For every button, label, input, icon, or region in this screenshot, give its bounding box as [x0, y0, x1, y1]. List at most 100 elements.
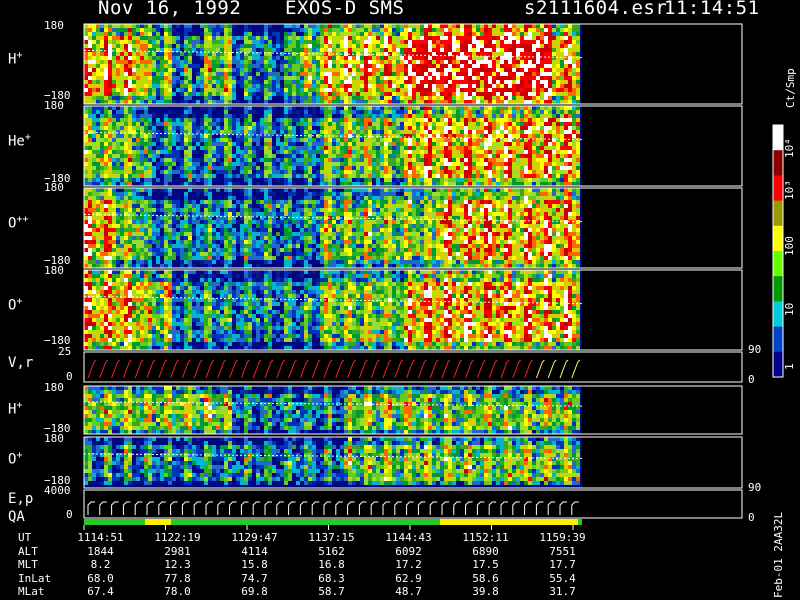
spectrogram-cell — [340, 118, 344, 122]
spectrogram-cell — [112, 220, 116, 224]
spectrogram-cell — [120, 182, 124, 186]
spectrogram-cell — [488, 150, 492, 154]
spectrogram-cell — [328, 106, 332, 110]
spectrogram-cell — [408, 84, 412, 88]
spectrogram-cell — [352, 84, 356, 88]
spectrogram-cell — [128, 216, 132, 220]
spectrogram-cell — [452, 68, 456, 72]
spectrogram-cell — [332, 44, 336, 48]
spectrogram-cell — [272, 84, 276, 88]
spectrogram-cell — [88, 192, 92, 196]
spectrogram-cell — [304, 138, 308, 142]
spectrogram-cell — [516, 182, 520, 186]
spectrogram-cell — [264, 126, 268, 130]
spectrogram-cell — [340, 48, 344, 52]
spectrogram-cell — [420, 100, 424, 104]
spectrogram-cell — [356, 154, 360, 158]
spectrogram-cell — [108, 174, 112, 178]
spectrogram-cell — [344, 88, 348, 92]
spectrogram-cell — [148, 188, 152, 192]
spectrogram-cell — [352, 24, 356, 28]
spectrogram-cell — [348, 118, 352, 122]
spectrogram-cell — [88, 60, 92, 64]
spectrogram-cell — [92, 56, 96, 60]
spectrogram-cell — [444, 106, 448, 110]
spectrogram-cell — [496, 142, 500, 146]
spectrogram-cell — [116, 80, 120, 84]
spectrogram-cell — [384, 48, 388, 52]
spectrogram-cell — [128, 32, 132, 36]
spectrogram-cell — [496, 68, 500, 72]
spectrogram-cell — [504, 142, 508, 146]
spectrogram-cell — [380, 92, 384, 96]
spectrogram-cell — [268, 44, 272, 48]
spectrogram-cell — [512, 106, 516, 110]
spectrogram-cell — [532, 76, 536, 80]
spectrogram-cell — [176, 80, 180, 84]
spectrogram-cell — [372, 36, 376, 40]
spectrogram-cell — [96, 40, 100, 44]
spectrogram-cell — [212, 162, 216, 166]
spectrogram-cell — [560, 166, 564, 170]
spectrogram-cell — [496, 122, 500, 126]
spectrogram-cell — [120, 256, 124, 260]
spectrogram-cell — [192, 162, 196, 166]
spectrogram-cell — [152, 60, 156, 64]
spectrogram-cell — [540, 48, 544, 52]
spectrogram-cell — [408, 122, 412, 126]
spectrogram-cell — [572, 174, 576, 178]
spectrogram-cell — [240, 138, 244, 142]
spectrogram-cell — [184, 64, 188, 68]
spectrogram-cell — [324, 130, 328, 134]
spectrogram-cell — [540, 76, 544, 80]
spectrogram-cell — [432, 24, 436, 28]
spectrogram-cell — [288, 84, 292, 88]
spectrogram-cell — [200, 178, 204, 182]
spectrogram-cell — [268, 68, 272, 72]
spectrogram-cell — [376, 142, 380, 146]
spectrogram-cell — [112, 158, 116, 162]
spectrogram-cell — [328, 126, 332, 130]
spectrogram-cell — [136, 220, 140, 224]
spectrogram-cell — [188, 76, 192, 80]
spectrogram-cell — [340, 36, 344, 40]
spectrogram-cell — [320, 96, 324, 100]
spectrogram-cell — [264, 84, 268, 88]
spectrogram-cell — [96, 166, 100, 170]
spectrogram-cell — [532, 130, 536, 134]
spectrogram-cell — [284, 130, 288, 134]
spectrogram-cell — [400, 68, 404, 72]
spectrogram-cell — [100, 248, 104, 252]
spectrogram-cell — [308, 130, 312, 134]
spectrogram-cell — [464, 150, 468, 154]
spectrogram-cell — [312, 64, 316, 68]
spectrogram-cell — [420, 76, 424, 80]
spectrogram-cell — [336, 126, 340, 130]
spectrogram-cell — [476, 178, 480, 182]
spectrogram-cell — [144, 220, 148, 224]
spectrogram-cell — [200, 68, 204, 72]
spectrogram-cell — [88, 142, 92, 146]
spectrogram-cell — [452, 72, 456, 76]
spectrogram-cell — [88, 256, 92, 260]
spectrogram-cell — [512, 130, 516, 134]
spectrogram-cell — [536, 150, 540, 154]
spectrogram-cell — [176, 44, 180, 48]
spectrogram-cell — [260, 48, 264, 52]
spectrogram-cell — [548, 126, 552, 130]
spectrogram-cell — [404, 138, 408, 142]
spectrogram-cell — [200, 138, 204, 142]
spectrogram-cell — [344, 142, 348, 146]
spectrogram-cell — [328, 36, 332, 40]
spectrogram-cell — [360, 28, 364, 32]
spectrogram-cell — [424, 36, 428, 40]
spectrogram-cell — [400, 88, 404, 92]
spectrogram-cell — [144, 24, 148, 28]
spectrogram-cell — [492, 88, 496, 92]
spectrogram-cell — [304, 36, 308, 40]
spectrogram-cell — [288, 138, 292, 142]
spectrogram-cell — [460, 64, 464, 68]
spectrogram-cell — [432, 154, 436, 158]
spectrogram-cell — [504, 166, 508, 170]
spectrogram-cell — [368, 24, 372, 28]
